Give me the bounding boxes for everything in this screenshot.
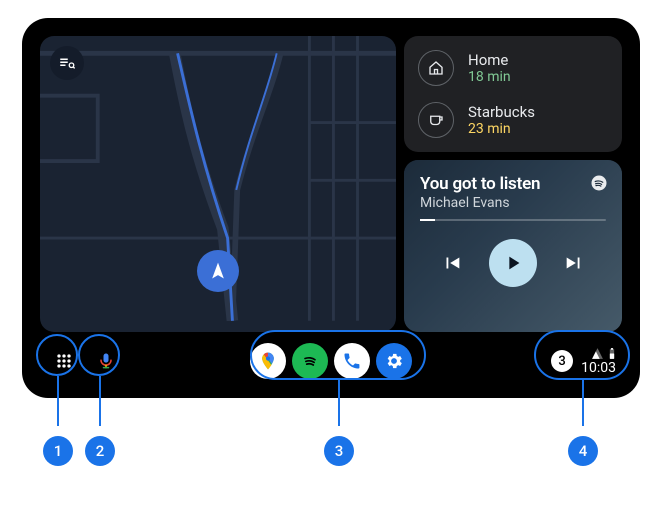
destination-time: 23 min xyxy=(468,121,535,137)
previous-button[interactable] xyxy=(441,252,463,274)
spotify-icon xyxy=(300,351,320,371)
right-panel: Home 18 min Starbucks 23 min xyxy=(404,36,622,332)
media-progress-bar[interactable] xyxy=(420,219,606,221)
current-location-marker xyxy=(197,250,239,292)
media-artist: Michael Evans xyxy=(420,195,606,211)
microphone-icon xyxy=(96,351,116,371)
home-icon xyxy=(418,50,454,86)
play-button[interactable] xyxy=(489,239,537,287)
media-player-card[interactable]: You got to listen Michael Evans xyxy=(404,160,622,332)
map-view[interactable] xyxy=(40,36,396,332)
status-area: 10:03 xyxy=(581,347,616,376)
destination-home[interactable]: Home 18 min xyxy=(404,42,622,94)
callout-bubble-1: 1 xyxy=(43,436,73,466)
phone-icon xyxy=(342,351,362,371)
device-frame: Home 18 min Starbucks 23 min xyxy=(22,18,640,398)
destination-name: Home xyxy=(468,51,511,69)
main-content: Home 18 min Starbucks 23 min xyxy=(40,36,622,332)
media-title: You got to listen xyxy=(420,174,606,194)
map-search-button[interactable] xyxy=(50,46,84,80)
apps-grid-icon xyxy=(54,351,74,371)
clock: 10:03 xyxy=(581,360,616,376)
destination-time: 18 min xyxy=(468,69,511,85)
spotify-app-button[interactable] xyxy=(292,343,328,379)
battery-icon xyxy=(608,347,616,360)
app-launcher-button[interactable] xyxy=(46,343,82,379)
gear-icon xyxy=(384,351,404,371)
phone-app-button[interactable] xyxy=(334,343,370,379)
voice-assistant-button[interactable] xyxy=(88,343,124,379)
google-maps-icon xyxy=(258,351,278,371)
search-list-icon xyxy=(58,54,76,72)
cup-icon xyxy=(418,102,454,138)
navigation-arrow-icon xyxy=(208,261,228,281)
maps-app-button[interactable] xyxy=(250,343,286,379)
callout-bubble-2: 2 xyxy=(85,436,115,466)
destination-name: Starbucks xyxy=(468,103,535,121)
settings-app-button[interactable] xyxy=(376,343,412,379)
navigation-bar: 3 10:03 xyxy=(32,334,630,388)
screen: Home 18 min Starbucks 23 min xyxy=(32,28,630,388)
signal-icon xyxy=(591,347,604,360)
callout-bubble-3: 3 xyxy=(324,436,354,466)
destination-starbucks[interactable]: Starbucks 23 min xyxy=(404,94,622,146)
destinations-card: Home 18 min Starbucks 23 min xyxy=(404,36,622,152)
notifications-badge[interactable]: 3 xyxy=(551,350,573,372)
media-progress-fill xyxy=(420,219,435,221)
next-button[interactable] xyxy=(563,252,585,274)
spotify-icon xyxy=(590,174,608,192)
callout-bubble-4: 4 xyxy=(568,436,598,466)
